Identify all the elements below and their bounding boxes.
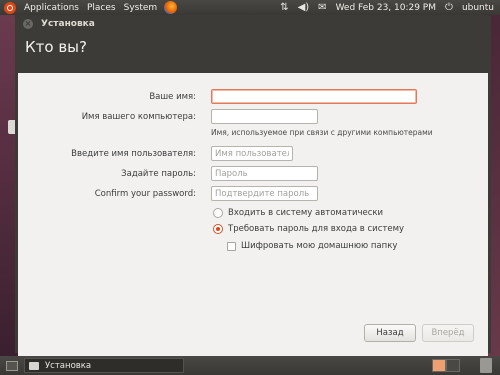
workspace-2[interactable] <box>446 359 460 372</box>
trash-icon[interactable] <box>480 358 492 373</box>
menu-applications[interactable]: Applications <box>20 3 83 13</box>
power-icon[interactable]: ⏻ <box>445 0 453 15</box>
network-icon[interactable]: ⇅ <box>280 0 288 15</box>
volume-icon[interactable]: ◀) <box>298 0 310 15</box>
taskbar-item-installer[interactable]: Установка <box>24 358 184 373</box>
password-input[interactable] <box>211 166 318 181</box>
bottom-panel: Установка <box>0 356 500 375</box>
name-label: Ваше имя: <box>149 92 196 102</box>
computer-name-input[interactable] <box>211 109 318 124</box>
forward-button[interactable]: Вперёд <box>422 324 474 342</box>
show-desktop-icon[interactable] <box>6 360 18 371</box>
taskbar-item-label: Установка <box>45 360 92 371</box>
computer-name-hint: Имя, используемое при связи с другими ко… <box>211 128 433 137</box>
radio-button[interactable] <box>213 208 223 218</box>
name-input[interactable] <box>211 89 417 104</box>
mail-icon[interactable]: ✉ <box>318 0 326 15</box>
window-title: Установка <box>41 18 95 29</box>
page-title: Кто вы? <box>15 32 491 67</box>
firefox-icon[interactable] <box>164 1 178 14</box>
close-icon[interactable]: × <box>23 18 33 29</box>
installer-window: × Установка Кто вы? Ваше имя: Имя вашего… <box>15 15 491 358</box>
desktop-background <box>0 15 15 353</box>
ubuntu-logo-icon[interactable] <box>4 1 16 14</box>
encrypt-home-option[interactable]: Шифровать мою домашнюю папку <box>227 241 397 251</box>
confirm-password-input[interactable] <box>211 186 318 201</box>
encrypt-home-label: Шифровать мою домашнюю папку <box>241 241 398 251</box>
clock[interactable]: Wed Feb 23, 10:29 PM <box>336 3 436 13</box>
encrypt-home-checkbox[interactable] <box>227 241 236 251</box>
username-input[interactable] <box>211 146 293 161</box>
installer-icon <box>29 361 39 370</box>
form-panel: Ваше имя: Имя вашего компьютера: Имя, ис… <box>18 73 488 358</box>
system-tray: ⇅ ◀) ✉ Wed Feb 23, 10:29 PM ⏻ ubuntu <box>280 0 494 15</box>
login-automatically-label: Входить в систему автоматически <box>228 208 384 218</box>
window-edge-handle <box>8 120 15 134</box>
top-panel: Applications Places System ⇅ ◀) ✉ Wed Fe… <box>0 0 500 15</box>
window-titlebar[interactable]: × Установка <box>15 15 491 32</box>
menu-places[interactable]: Places <box>83 3 120 13</box>
user-menu[interactable]: ubuntu <box>462 3 494 13</box>
radio-button-selected[interactable] <box>213 224 223 234</box>
workspace-1[interactable] <box>432 359 446 372</box>
confirm-password-label: Confirm your password: <box>94 189 196 199</box>
username-label: Введите имя пользователя: <box>71 149 196 159</box>
login-automatically-option[interactable]: Входить в систему автоматически <box>213 208 383 218</box>
menu-system[interactable]: System <box>120 3 162 13</box>
password-label: Задайте пароль: <box>121 169 196 179</box>
workspace-switcher[interactable] <box>432 359 460 372</box>
back-button[interactable]: Назад <box>364 324 416 342</box>
require-password-label: Требовать пароль для входа в систему <box>228 224 405 234</box>
computer-name-label: Имя вашего компьютера: <box>81 112 196 122</box>
require-password-option[interactable]: Требовать пароль для входа в систему <box>213 224 404 234</box>
